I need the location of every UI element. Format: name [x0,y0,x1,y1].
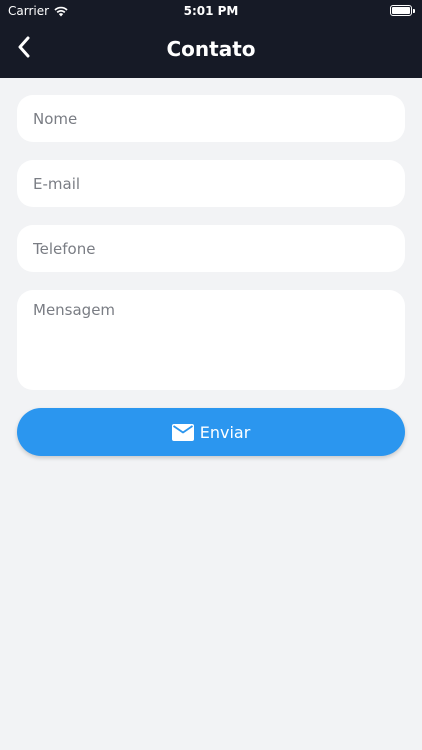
contact-form: Enviar [17,95,405,456]
name-input[interactable] [17,95,405,142]
page-title: Contato [166,37,256,61]
status-bar: Carrier 5:01 PM [0,0,422,22]
app-header: Carrier 5:01 PM Contato [0,0,422,78]
message-textarea[interactable] [17,290,405,390]
battery-icon [390,5,415,16]
status-time: 5:01 PM [183,4,239,18]
send-button-label: Enviar [199,422,251,442]
send-button[interactable]: Enviar [17,408,405,456]
mail-icon [171,423,194,441]
battery-level [392,7,410,14]
phone-input[interactable] [17,225,405,272]
email-input[interactable] [17,160,405,207]
